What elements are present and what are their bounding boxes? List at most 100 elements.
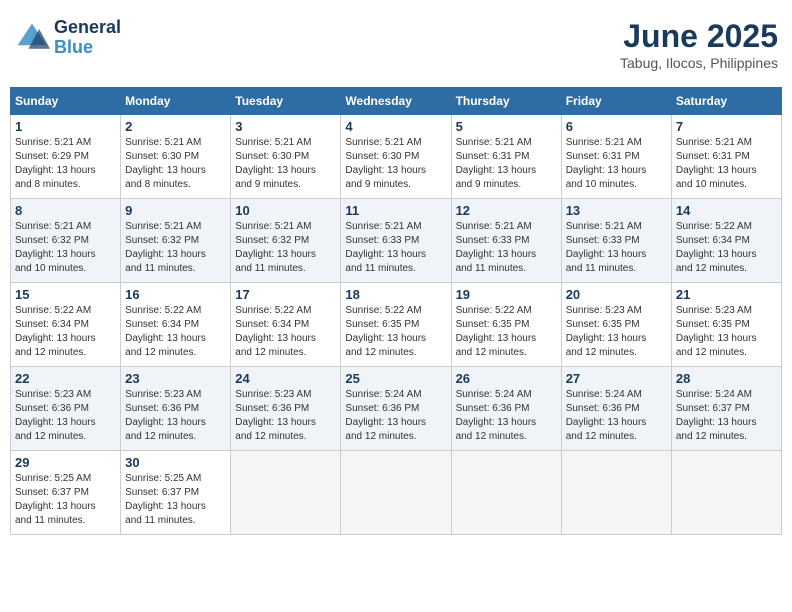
day-number: 19 — [456, 287, 557, 302]
day-number: 9 — [125, 203, 226, 218]
day-info: Sunrise: 5:24 AM Sunset: 6:37 PM Dayligh… — [676, 388, 777, 444]
day-info: Sunrise: 5:21 AM Sunset: 6:32 PM Dayligh… — [125, 220, 226, 276]
day-number: 26 — [456, 371, 557, 386]
logo: General Blue — [14, 18, 121, 58]
day-info: Sunrise: 5:23 AM Sunset: 6:36 PM Dayligh… — [235, 388, 336, 444]
table-row: 28 Sunrise: 5:24 AM Sunset: 6:37 PM Dayli… — [671, 367, 781, 451]
day-info: Sunrise: 5:24 AM Sunset: 6:36 PM Dayligh… — [566, 388, 667, 444]
table-row — [561, 451, 671, 535]
logo-text: General Blue — [54, 18, 121, 58]
logo-icon — [14, 20, 50, 56]
day-number: 15 — [15, 287, 116, 302]
day-number: 18 — [345, 287, 446, 302]
table-row: 1 Sunrise: 5:21 AM Sunset: 6:29 PM Daylig… — [11, 115, 121, 199]
col-friday: Friday — [561, 88, 671, 115]
day-number: 16 — [125, 287, 226, 302]
table-row: 13 Sunrise: 5:21 AM Sunset: 6:33 PM Dayli… — [561, 199, 671, 283]
day-info: Sunrise: 5:21 AM Sunset: 6:33 PM Dayligh… — [456, 220, 557, 276]
col-sunday: Sunday — [11, 88, 121, 115]
table-row: 17Sunrise: 5:22 AM Sunset: 6:34 PM Dayli… — [231, 283, 341, 367]
day-number: 8 — [15, 203, 116, 218]
col-thursday: Thursday — [451, 88, 561, 115]
day-info: Sunrise: 5:21 AM Sunset: 6:30 PM Dayligh… — [235, 136, 336, 192]
day-number: 21 — [676, 287, 777, 302]
table-row: 3 Sunrise: 5:21 AM Sunset: 6:30 PM Daylig… — [231, 115, 341, 199]
day-number: 20 — [566, 287, 667, 302]
day-number: 22 — [15, 371, 116, 386]
day-info: Sunrise: 5:22 AM Sunset: 6:34 PM Dayligh… — [125, 304, 226, 360]
day-info: Sunrise: 5:23 AM Sunset: 6:35 PM Dayligh… — [566, 304, 667, 360]
day-number: 17 — [235, 287, 336, 302]
day-number: 29 — [15, 455, 116, 470]
table-row: 16 Sunrise: 5:22 AM Sunset: 6:34 PM Dayli… — [121, 283, 231, 367]
table-row: 19 Sunrise: 5:22 AM Sunset: 6:35 PM Dayli… — [451, 283, 561, 367]
day-info: Sunrise: 5:22 AM Sunset: 6:35 PM Dayligh… — [456, 304, 557, 360]
table-row: 11Sunrise: 5:21 AM Sunset: 6:33 PM Dayli… — [341, 199, 451, 283]
table-row: 5Sunrise: 5:21 AM Sunset: 6:31 PM Daylig… — [451, 115, 561, 199]
day-number: 23 — [125, 371, 226, 386]
col-monday: Monday — [121, 88, 231, 115]
col-tuesday: Tuesday — [231, 88, 341, 115]
calendar-title-area: June 2025 Tabug, Ilocos, Philippines — [620, 18, 778, 71]
calendar-table: Sunday Monday Tuesday Wednesday Thursday… — [10, 87, 782, 535]
day-info: Sunrise: 5:21 AM Sunset: 6:31 PM Dayligh… — [676, 136, 777, 192]
table-row: 23 Sunrise: 5:23 AM Sunset: 6:36 PM Dayli… — [121, 367, 231, 451]
table-row: 4Sunrise: 5:21 AM Sunset: 6:30 PM Daylig… — [341, 115, 451, 199]
table-row — [671, 451, 781, 535]
col-saturday: Saturday — [671, 88, 781, 115]
day-number: 5 — [456, 119, 557, 134]
day-info: Sunrise: 5:24 AM Sunset: 6:36 PM Dayligh… — [456, 388, 557, 444]
table-row: 15Sunrise: 5:22 AM Sunset: 6:34 PM Dayli… — [11, 283, 121, 367]
day-number: 14 — [676, 203, 777, 218]
table-row: 6 Sunrise: 5:21 AM Sunset: 6:31 PM Daylig… — [561, 115, 671, 199]
calendar-location: Tabug, Ilocos, Philippines — [620, 55, 778, 71]
day-info: Sunrise: 5:21 AM Sunset: 6:32 PM Dayligh… — [15, 220, 116, 276]
table-row: 24 Sunrise: 5:23 AM Sunset: 6:36 PM Dayli… — [231, 367, 341, 451]
table-row: 27 Sunrise: 5:24 AM Sunset: 6:36 PM Dayli… — [561, 367, 671, 451]
calendar-week-row: 29 Sunrise: 5:25 AM Sunset: 6:37 PM Dayli… — [11, 451, 782, 535]
day-info: Sunrise: 5:21 AM Sunset: 6:33 PM Dayligh… — [566, 220, 667, 276]
day-number: 1 — [15, 119, 116, 134]
table-row: 18 Sunrise: 5:22 AM Sunset: 6:35 PM Dayli… — [341, 283, 451, 367]
day-number: 24 — [235, 371, 336, 386]
table-row: 20 Sunrise: 5:23 AM Sunset: 6:35 PM Dayli… — [561, 283, 671, 367]
table-row: 10 Sunrise: 5:21 AM Sunset: 6:32 PM Dayli… — [231, 199, 341, 283]
day-number: 4 — [345, 119, 446, 134]
table-row — [231, 451, 341, 535]
day-info: Sunrise: 5:23 AM Sunset: 6:36 PM Dayligh… — [125, 388, 226, 444]
table-row: 21 Sunrise: 5:23 AM Sunset: 6:35 PM Dayli… — [671, 283, 781, 367]
table-row: 7Sunrise: 5:21 AM Sunset: 6:31 PM Daylig… — [671, 115, 781, 199]
calendar-week-row: 22 Sunrise: 5:23 AM Sunset: 6:36 PM Dayli… — [11, 367, 782, 451]
day-info: Sunrise: 5:22 AM Sunset: 6:35 PM Dayligh… — [345, 304, 446, 360]
day-info: Sunrise: 5:22 AM Sunset: 6:34 PM Dayligh… — [676, 220, 777, 276]
table-row: 12Sunrise: 5:21 AM Sunset: 6:33 PM Dayli… — [451, 199, 561, 283]
day-number: 6 — [566, 119, 667, 134]
day-number: 13 — [566, 203, 667, 218]
table-row: 25 Sunrise: 5:24 AM Sunset: 6:36 PM Dayli… — [341, 367, 451, 451]
day-info: Sunrise: 5:21 AM Sunset: 6:31 PM Dayligh… — [566, 136, 667, 192]
page-header: General Blue June 2025 Tabug, Ilocos, Ph… — [10, 10, 782, 79]
day-info: Sunrise: 5:21 AM Sunset: 6:32 PM Dayligh… — [235, 220, 336, 276]
calendar-week-row: 8 Sunrise: 5:21 AM Sunset: 6:32 PM Daylig… — [11, 199, 782, 283]
day-info: Sunrise: 5:25 AM Sunset: 6:37 PM Dayligh… — [15, 472, 116, 528]
table-row: 22 Sunrise: 5:23 AM Sunset: 6:36 PM Dayli… — [11, 367, 121, 451]
day-number: 2 — [125, 119, 226, 134]
calendar-title: June 2025 — [620, 18, 778, 55]
day-info: Sunrise: 5:24 AM Sunset: 6:36 PM Dayligh… — [345, 388, 446, 444]
table-row: 8 Sunrise: 5:21 AM Sunset: 6:32 PM Daylig… — [11, 199, 121, 283]
day-info: Sunrise: 5:21 AM Sunset: 6:33 PM Dayligh… — [345, 220, 446, 276]
day-info: Sunrise: 5:23 AM Sunset: 6:35 PM Dayligh… — [676, 304, 777, 360]
day-number: 27 — [566, 371, 667, 386]
day-number: 10 — [235, 203, 336, 218]
day-number: 3 — [235, 119, 336, 134]
day-number: 25 — [345, 371, 446, 386]
table-row: 29 Sunrise: 5:25 AM Sunset: 6:37 PM Dayli… — [11, 451, 121, 535]
calendar-week-row: 15 Sunrise: 5:22 AM Sunset: 6:34 PM Dayli… — [11, 283, 782, 367]
table-row — [341, 451, 451, 535]
day-info: Sunrise: 5:21 AM Sunset: 6:30 PM Dayligh… — [125, 136, 226, 192]
day-number: 30 — [125, 455, 226, 470]
day-info: Sunrise: 5:21 AM Sunset: 6:29 PM Dayligh… — [15, 136, 116, 192]
day-number: 28 — [676, 371, 777, 386]
day-info: Sunrise: 5:23 AM Sunset: 6:36 PM Dayligh… — [15, 388, 116, 444]
table-row: 9 Sunrise: 5:21 AM Sunset: 6:32 PM Daylig… — [121, 199, 231, 283]
